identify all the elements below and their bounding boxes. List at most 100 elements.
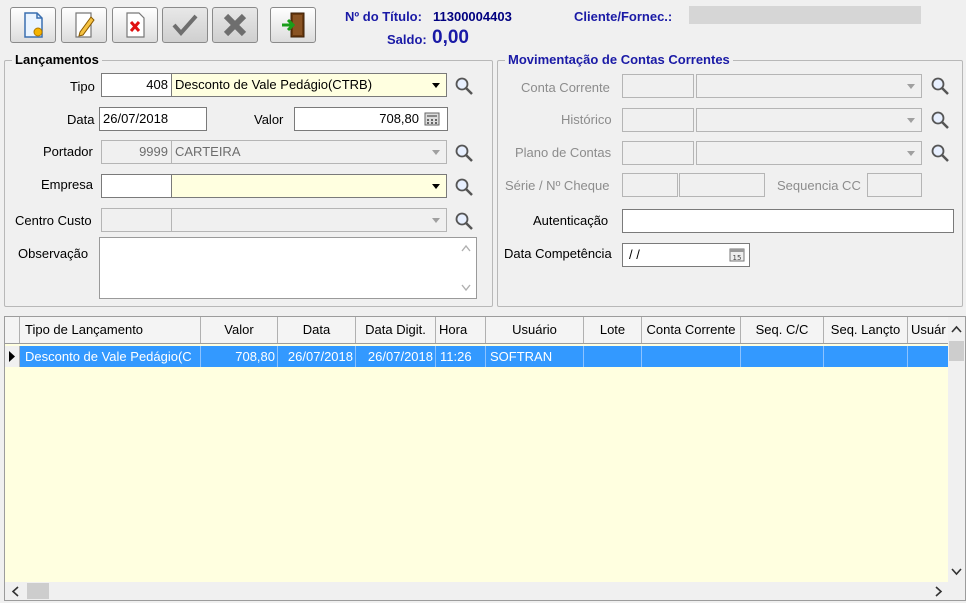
cliente-label: Cliente/Fornec.: bbox=[574, 9, 673, 24]
centro-custo-label: Centro Custo bbox=[15, 213, 92, 228]
cell-seq-lancto bbox=[824, 346, 908, 367]
col-conta-corrente[interactable]: Conta Corrente bbox=[642, 317, 741, 343]
horizontal-scrollbar[interactable] bbox=[5, 582, 965, 600]
cell-seq-cc bbox=[741, 346, 824, 367]
plano-contas-label: Plano de Contas bbox=[515, 145, 612, 160]
tipo-code-field[interactable]: 408 bbox=[101, 73, 172, 97]
cell-data: 26/07/2018 bbox=[278, 346, 356, 367]
scroll-left-icon[interactable] bbox=[11, 586, 19, 597]
grid-header: Tipo de Lançamento Valor Data Data Digit… bbox=[5, 317, 949, 344]
search-icon[interactable] bbox=[930, 110, 950, 130]
data-field[interactable]: 26/07/2018 bbox=[99, 107, 207, 131]
cliente-value-redacted bbox=[689, 6, 921, 24]
cell-valor: 708,80 bbox=[201, 346, 278, 367]
vertical-scrollbar[interactable] bbox=[948, 317, 965, 582]
chevron-down-icon[interactable] bbox=[901, 143, 920, 163]
search-icon[interactable] bbox=[454, 76, 474, 96]
col-seq-cc[interactable]: Seq. C/C bbox=[741, 317, 824, 343]
valor-label: Valor bbox=[254, 112, 284, 127]
valor-value: 708,80 bbox=[379, 111, 419, 126]
cell-conta-corrente bbox=[642, 346, 741, 367]
data-label: Data bbox=[67, 112, 95, 127]
tipo-label: Tipo bbox=[70, 79, 95, 94]
movimentacao-title: Movimentação de Contas Correntes bbox=[505, 53, 733, 67]
observacao-textarea[interactable] bbox=[99, 237, 477, 299]
table-row[interactable]: Desconto de Vale Pedágio(C 708,80 26/07/… bbox=[5, 346, 949, 367]
cancel-x-icon bbox=[223, 13, 247, 37]
data-competencia-value: / / bbox=[629, 247, 640, 262]
search-icon[interactable] bbox=[930, 143, 950, 163]
scroll-up-icon[interactable] bbox=[461, 244, 471, 252]
centro-custo-select[interactable] bbox=[171, 208, 447, 232]
col-data-digit[interactable]: Data Digit. bbox=[356, 317, 436, 343]
empresa-code-field[interactable] bbox=[101, 174, 172, 198]
chevron-down-icon[interactable] bbox=[901, 76, 920, 96]
conta-corrente-select[interactable] bbox=[696, 74, 922, 98]
col-usuario-2[interactable]: Usuár bbox=[908, 317, 949, 343]
calculator-icon[interactable] bbox=[424, 112, 440, 126]
col-lote[interactable]: Lote bbox=[584, 317, 642, 343]
search-icon[interactable] bbox=[454, 177, 474, 197]
svg-text:15: 15 bbox=[733, 254, 742, 262]
tipo-desc: Desconto de Vale Pedágio(CTRB) bbox=[175, 77, 373, 92]
centro-custo-code-field[interactable] bbox=[101, 208, 172, 232]
sequencia-cc-label: Sequencia CC bbox=[777, 178, 861, 193]
row-indicator bbox=[5, 346, 20, 367]
scroll-up-icon[interactable] bbox=[951, 325, 962, 333]
delete-document-icon bbox=[126, 12, 145, 38]
sequencia-cc-field[interactable] bbox=[867, 173, 922, 197]
plano-contas-code-field[interactable] bbox=[622, 141, 694, 165]
horizontal-scroll-thumb[interactable] bbox=[27, 583, 49, 599]
chevron-down-icon[interactable] bbox=[426, 176, 445, 196]
portador-code-field[interactable]: 9999 bbox=[101, 140, 172, 164]
new-button[interactable] bbox=[10, 7, 56, 43]
row-indicator-header bbox=[5, 317, 20, 343]
confirm-check-icon bbox=[172, 14, 198, 37]
search-icon[interactable] bbox=[454, 143, 474, 163]
search-icon[interactable] bbox=[930, 76, 950, 96]
scroll-down-icon[interactable] bbox=[951, 568, 962, 576]
col-seq-lancto[interactable]: Seq. Lançto bbox=[824, 317, 908, 343]
cell-tipo-lancamento: Desconto de Vale Pedágio(C bbox=[20, 346, 201, 367]
col-hora[interactable]: Hora bbox=[436, 317, 486, 343]
scroll-right-icon[interactable] bbox=[935, 586, 943, 597]
confirm-button[interactable] bbox=[162, 7, 208, 43]
calendar-icon[interactable]: 15 bbox=[729, 248, 745, 262]
vertical-scroll-thumb[interactable] bbox=[949, 341, 964, 361]
edit-button[interactable] bbox=[61, 7, 107, 43]
search-icon[interactable] bbox=[454, 211, 474, 231]
col-usuario[interactable]: Usuário bbox=[486, 317, 584, 343]
exit-button[interactable] bbox=[270, 7, 316, 43]
autenticacao-label: Autenticação bbox=[533, 213, 609, 228]
conta-corrente-label: Conta Corrente bbox=[521, 80, 610, 95]
chevron-down-icon[interactable] bbox=[426, 75, 445, 95]
chevron-down-icon[interactable] bbox=[426, 142, 445, 162]
data-competencia-field[interactable]: / / 15 bbox=[622, 243, 750, 267]
delete-button[interactable] bbox=[112, 7, 158, 43]
col-data[interactable]: Data bbox=[278, 317, 356, 343]
chevron-down-icon[interactable] bbox=[426, 210, 445, 230]
portador-label: Portador bbox=[43, 144, 93, 159]
autenticacao-field[interactable] bbox=[622, 209, 954, 233]
serie-field[interactable] bbox=[622, 173, 678, 197]
serie-cheque-label: Série / Nº Cheque bbox=[505, 178, 610, 193]
scroll-down-icon[interactable] bbox=[461, 284, 471, 292]
empresa-label: Empresa bbox=[41, 177, 94, 192]
plano-contas-select[interactable] bbox=[696, 141, 922, 165]
col-tipo-lancamento[interactable]: Tipo de Lançamento bbox=[20, 317, 201, 343]
cell-data-digit: 26/07/2018 bbox=[356, 346, 436, 367]
col-valor[interactable]: Valor bbox=[201, 317, 278, 343]
new-document-icon bbox=[24, 12, 43, 38]
edit-pencil-icon bbox=[75, 12, 95, 38]
cancel-button[interactable] bbox=[212, 7, 258, 43]
conta-corrente-code-field[interactable] bbox=[622, 74, 694, 98]
empresa-select[interactable] bbox=[171, 174, 447, 198]
historico-label: Histórico bbox=[561, 112, 612, 127]
titulo-value: 11300004403 bbox=[433, 9, 512, 24]
cheque-number-field[interactable] bbox=[679, 173, 765, 197]
portador-select[interactable]: CARTEIRA bbox=[171, 140, 447, 164]
tipo-select[interactable]: Desconto de Vale Pedágio(CTRB) bbox=[171, 73, 447, 97]
chevron-down-icon[interactable] bbox=[901, 110, 920, 130]
historico-select[interactable] bbox=[696, 108, 922, 132]
historico-code-field[interactable] bbox=[622, 108, 694, 132]
